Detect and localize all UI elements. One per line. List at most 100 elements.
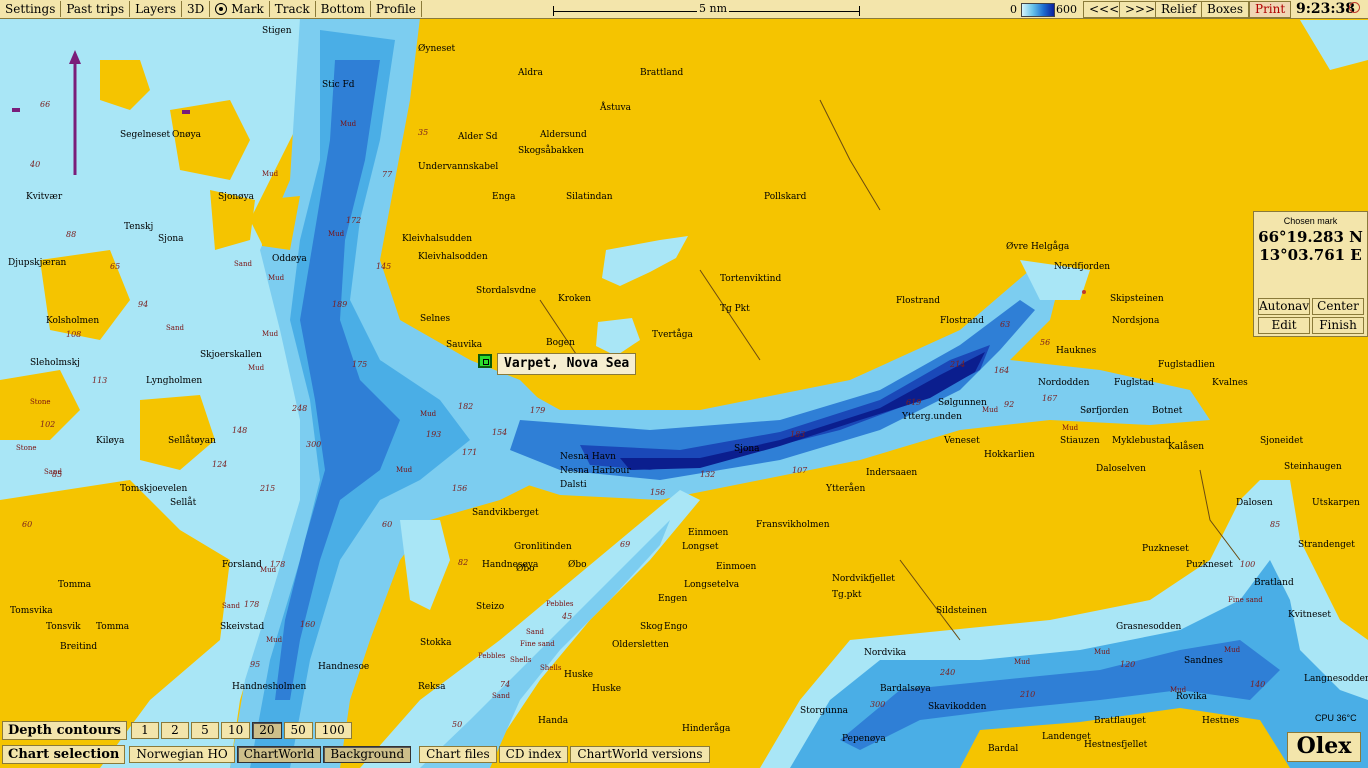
depth-sounding-label: 140	[1250, 680, 1266, 689]
boxes-button[interactable]: Boxes	[1201, 1, 1250, 18]
place-name-label: Daloselven	[1096, 464, 1146, 474]
depth-scale-max: 600	[1056, 3, 1077, 16]
mark-label: Mark	[231, 2, 264, 16]
place-name-label: Kolsholmen	[46, 316, 100, 326]
depth-contour-5-button[interactable]: 5	[190, 722, 219, 739]
place-name-label: Forsland	[222, 560, 262, 570]
seabed-type-label: Mud	[420, 410, 437, 418]
depth-sounding-label: 63	[1000, 320, 1011, 329]
settings-button[interactable]: Settings	[0, 1, 62, 17]
depth-contour-2-button[interactable]: 2	[160, 722, 189, 739]
place-name-label: Stiauzen	[1060, 436, 1100, 446]
track-button[interactable]: Track	[270, 1, 316, 17]
cd-index-button[interactable]: CD index	[498, 746, 569, 763]
place-name-label: Hestnesfjellet	[1084, 740, 1148, 750]
depth-scale-min: 0	[1010, 3, 1017, 16]
place-name-label: Kvitneset	[1288, 610, 1331, 620]
3d-button[interactable]: 3D	[182, 1, 211, 17]
place-name-label: Skipsteinen	[1110, 294, 1164, 304]
place-name-label: Longsetelva	[684, 580, 740, 590]
place-name-label: Stordalsvdne	[476, 286, 537, 296]
mark-button[interactable]: Mark	[210, 1, 270, 17]
place-name-label: Nordfjorden	[1054, 262, 1111, 272]
place-name-label: Selnes	[420, 314, 451, 324]
place-name-label: Indersaaen	[866, 468, 918, 478]
depth-sounding-label: 164	[994, 366, 1010, 375]
depth-sounding-label: 69	[620, 540, 631, 549]
place-name-label: Flostrand	[896, 296, 941, 306]
place-name-label: Tvertåga	[652, 330, 693, 340]
past-trips-button[interactable]: Past trips	[61, 1, 131, 17]
depth-sounding-label: 210	[1020, 690, 1036, 699]
depth-sounding-label: 148	[232, 426, 248, 435]
depth-sounding-label: 45	[562, 612, 573, 621]
place-name-label: Nordodden	[1038, 378, 1090, 388]
center-button[interactable]: Center	[1312, 298, 1364, 315]
place-name-label: Åstuva	[600, 103, 631, 113]
print-button[interactable]: Print	[1249, 1, 1292, 18]
relief-button[interactable]: Relief	[1155, 1, 1203, 18]
depth-sounding-label: 108	[66, 330, 82, 339]
depth-sounding-label: 124	[212, 460, 228, 469]
depth-sounding-label: 189	[332, 300, 348, 309]
seabed-type-label: Shells	[540, 664, 562, 672]
depth-sounding-label: 56	[1040, 338, 1051, 347]
place-name-label: Stigen	[262, 26, 292, 36]
place-name-label: Lyngholmen	[146, 376, 203, 386]
nautical-chart-map[interactable]	[0, 18, 1368, 768]
bottom-button[interactable]: Bottom	[316, 1, 371, 17]
depth-sounding-label: 172	[346, 216, 362, 225]
seabed-type-label: Sand	[166, 324, 184, 332]
finish-button[interactable]: Finish	[1312, 317, 1364, 334]
place-name-label: Tenskj	[124, 222, 154, 232]
edit-button[interactable]: Edit	[1258, 317, 1310, 334]
scale-label: 5 nm	[697, 2, 730, 15]
place-name-label: Øyneset	[418, 44, 456, 54]
depth-contour-50-button[interactable]: 50	[283, 722, 313, 739]
seabed-type-label: Sand	[44, 468, 62, 476]
waypoint-mark-label[interactable]: Varpet, Nova Sea	[497, 353, 637, 375]
chartworld-versions-button[interactable]: ChartWorld versions	[570, 746, 710, 763]
layers-button[interactable]: Layers	[130, 1, 183, 17]
depth-contour-20-button[interactable]: 20	[252, 722, 282, 739]
depth-contour-10-button[interactable]: 10	[220, 722, 251, 739]
place-name-label: Sørfjorden	[1080, 406, 1129, 416]
depth-sounding-label: 178	[244, 600, 260, 609]
profile-button[interactable]: Profile	[371, 1, 422, 17]
place-name-label: Nordsjona	[1112, 316, 1160, 326]
depth-color-scale[interactable]	[1021, 3, 1055, 17]
chart-files-button[interactable]: Chart files	[419, 746, 497, 763]
depth-sounding-label: 95	[250, 660, 261, 669]
seabed-type-label: Mud	[1170, 686, 1187, 694]
scale-bar: 5 nm	[553, 2, 860, 16]
depth-sounding-label: 619	[906, 398, 922, 407]
place-name-label: Oldersletten	[612, 640, 669, 650]
place-name-label: Sauvika	[446, 340, 483, 350]
chartworld-button[interactable]: ChartWorld	[236, 746, 322, 763]
place-name-label: Storgunna	[800, 706, 849, 716]
place-name-label: Steinhaugen	[1284, 462, 1342, 472]
place-name-label: Sjona	[158, 234, 184, 244]
place-name-label: Bardal	[988, 744, 1019, 754]
background-button[interactable]: Background	[323, 746, 412, 763]
place-name-label: Undervannskabel	[418, 162, 499, 172]
norwegian-ho-button[interactable]: Norwegian HO	[129, 746, 235, 763]
place-name-label: Hestnes	[1202, 716, 1240, 726]
depth-contour-100-button[interactable]: 100	[314, 722, 352, 739]
depth-contour-1-button[interactable]: 1	[130, 722, 159, 739]
place-name-label: Ytterg.unden	[902, 412, 962, 422]
place-name-label: Handnesholmen	[232, 682, 307, 692]
seabed-type-label: Mud	[268, 274, 285, 282]
place-name-label: Bogen	[546, 338, 575, 348]
place-name-label: Dalsti	[560, 480, 587, 490]
place-name-label: Engo	[664, 622, 688, 632]
waypoint-mark-icon[interactable]	[478, 354, 492, 368]
place-name-label: Veneset	[944, 436, 980, 446]
place-name-label: Silatindan	[566, 192, 613, 202]
seabed-type-label: Mud	[982, 406, 999, 414]
place-name-label: Bardalsøya	[880, 684, 931, 694]
place-name-label: Kalåsen	[1168, 442, 1205, 452]
depth-sounding-label: 50	[452, 720, 463, 729]
autonav-button[interactable]: Autonav	[1258, 298, 1310, 315]
place-name-label: Huske	[564, 670, 594, 680]
